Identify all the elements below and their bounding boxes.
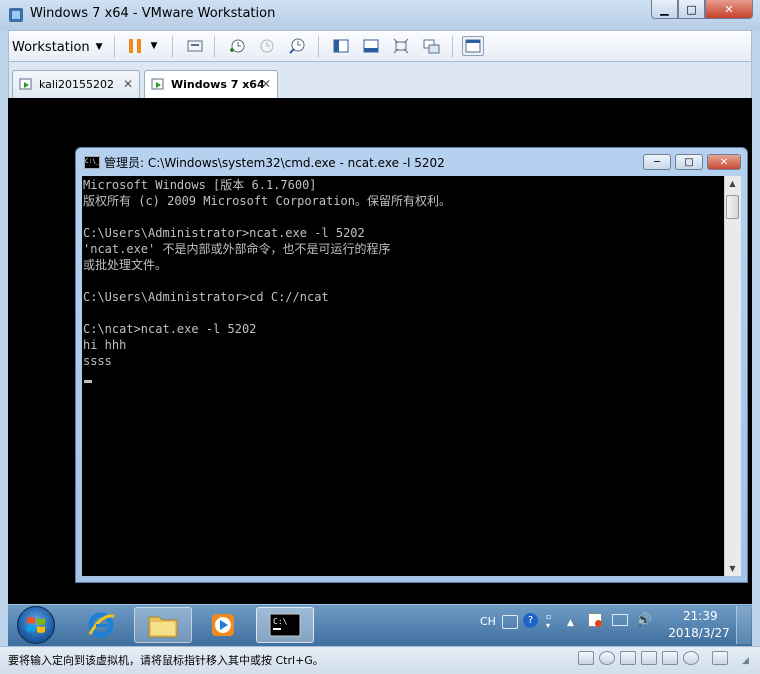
scroll-down-arrow-icon[interactable]: ▼ [724,561,741,576]
keyboard-icon [187,40,203,52]
show-library-button[interactable] [330,36,352,56]
tab-label: Windows 7 x64 [171,78,265,91]
send-ctrl-alt-del-button[interactable] [184,36,206,56]
tab-label: kali20155202 [39,78,115,91]
toolbar-divider [172,36,173,58]
clock-date[interactable]: 2018/3/27 [668,626,730,640]
volume-icon[interactable]: 🔊 [636,613,652,628]
internet-explorer-icon [88,612,115,638]
taskbar-windows-explorer[interactable] [134,607,192,643]
show-hidden-icons-icon[interactable]: ▲ [567,618,574,628]
console-line: C:\Users\Administrator>ncat.exe -l 5202 [83,226,365,240]
show-thumbnail-bar-button[interactable] [360,36,382,56]
vm-powered-on-icon [19,78,32,89]
sound-card-icon[interactable] [683,651,699,665]
language-bar-options-icon[interactable]: ▫ ▾ [546,612,551,630]
keyboard-icon[interactable] [502,615,518,629]
vmware-app-icon [9,8,23,22]
resize-grip-icon[interactable]: ◢ [742,656,749,666]
clock-time[interactable]: 21:39 [683,609,718,623]
full-screen-button[interactable] [390,36,412,56]
command-prompt-icon: C:\ [269,613,301,637]
console-view-button[interactable] [462,36,484,56]
close-tab-icon[interactable]: ✕ [123,77,133,91]
toolbar-divider [452,36,453,58]
window-title: Windows 7 x64 - VMware Workstation [30,6,276,21]
console-line: ssss [83,354,112,368]
console-line: hi hhh [83,338,127,352]
workstation-menu[interactable]: Workstation ▼ [12,38,103,56]
snapshot-clock-icon [230,39,245,53]
unity-button[interactable] [420,36,442,56]
toolbar-divider [318,36,319,58]
tab-kali20155202[interactable]: kali20155202 ✕ [12,70,140,98]
toolbar-divider [114,36,115,58]
cmd-minimize-button[interactable]: ─ [643,154,671,170]
minimize-button[interactable]: ▁ [651,0,678,19]
console-view-icon [465,39,481,53]
cmd-console-area[interactable]: Microsoft Windows [版本 6.1.7600] 版权所有 (c) … [82,176,724,576]
maximize-button[interactable]: □ [678,0,705,19]
start-button[interactable] [17,606,55,644]
workstation-menu-label: Workstation [12,39,90,55]
tab-windows-7-x64[interactable]: Windows 7 x64 ✕ [144,70,278,98]
help-icon[interactable]: ? [523,613,538,628]
chevron-down-icon: ▼ [95,42,103,52]
pause-button[interactable] [124,36,146,56]
cmd-window-title: 管理员: C:\Windows\system32\cmd.exe - ncat.… [104,156,445,170]
console-line: C:\ncat>ncat.exe -l 5202 [83,322,257,336]
thumbnail-bar-icon [363,39,379,53]
vertical-scrollbar[interactable] [724,176,741,576]
show-desktop-button[interactable] [736,606,751,644]
svg-text:C:\: C:\ [273,617,288,626]
revert-clock-icon [260,39,274,53]
cd-dvd-icon[interactable] [599,651,615,665]
unity-windows-icon [423,39,440,54]
console-line: 版权所有 (c) 2009 Microsoft Corporation。保留所有… [83,194,451,208]
cmd-close-button[interactable]: ✕ [707,154,741,170]
pause-icon [129,39,141,53]
console-line: Microsoft Windows [版本 6.1.7600] [83,178,317,192]
console-line: C:\Users\Administrator>cd C://ncat [83,290,329,304]
folder-icon [148,616,178,638]
hard-disk-icon[interactable] [578,651,594,665]
network-icon[interactable] [612,614,628,626]
revert-snapshot-button[interactable] [256,36,278,56]
take-snapshot-button[interactable] [226,36,248,56]
snapshot-manager-button[interactable] [286,36,308,56]
display-icon[interactable] [712,651,728,665]
taskbar-cmd[interactable]: C:\ [256,607,314,643]
action-center-flag-icon[interactable] [588,613,602,627]
cmd-app-icon: C:\_ [84,156,100,169]
full-screen-icon [393,38,409,54]
scrollbar-thumb[interactable] [726,195,739,219]
taskbar-media-player[interactable] [194,607,252,643]
scroll-up-arrow-icon[interactable]: ▲ [724,176,741,191]
close-button[interactable]: ✕ [705,0,753,19]
usb-controller-icon[interactable] [641,651,657,665]
network-adapter-icon[interactable] [620,651,636,665]
input-language-indicator[interactable]: CH [480,615,496,628]
taskbar-internet-explorer[interactable] [72,607,130,643]
console-output: Microsoft Windows [版本 6.1.7600] 版权所有 (c) … [82,176,724,370]
console-line: 或批处理文件。 [83,258,168,272]
toolbar-divider [214,36,215,58]
close-tab-icon[interactable]: ✕ [261,77,271,91]
sidebar-view-icon [333,39,349,53]
console-line: 'ncat.exe' 不是内部或外部命令，也不是可运行的程序 [83,242,391,256]
media-player-icon [212,614,234,636]
vm-powered-on-icon [151,78,164,89]
status-message: 要将输入定向到该虚拟机，请将鼠标指针移入其中或按 Ctrl+G。 [8,654,324,667]
windows-logo-icon [27,617,45,633]
chevron-down-icon: ▼ [150,41,158,51]
cmd-maximize-button[interactable]: □ [675,154,703,170]
power-dropdown-button[interactable]: ▼ [146,36,162,56]
text-cursor [84,380,92,383]
snapshot-manager-icon [289,38,305,54]
printer-icon[interactable] [662,651,678,665]
